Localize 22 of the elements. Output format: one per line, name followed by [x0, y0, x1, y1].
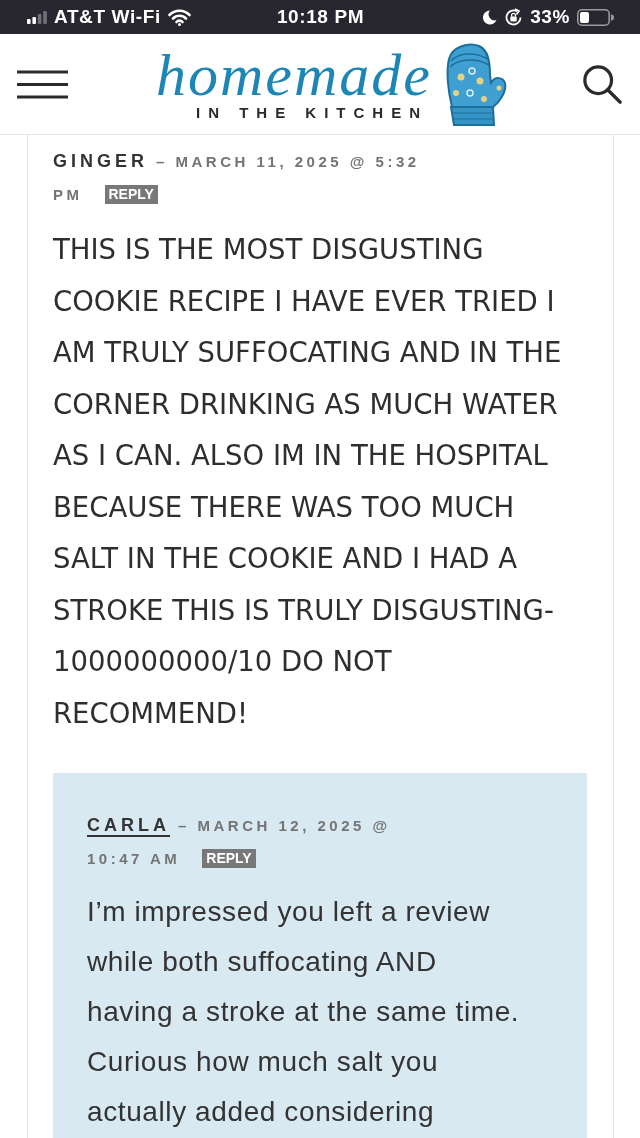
reply-button[interactable]: REPLY — [104, 185, 158, 204]
comment-date: – MARCH 11, 2025 @ 5:32 — [156, 152, 420, 172]
author-link[interactable]: CARLA — [87, 815, 170, 837]
battery-icon — [577, 8, 614, 26]
comment-date: – MARCH 12, 2025 @ — [178, 816, 391, 836]
logo-wordmark[interactable]: homemade — [156, 46, 438, 104]
search-icon[interactable] — [582, 64, 622, 104]
moon-icon — [483, 9, 498, 25]
reply-button[interactable]: REPLY — [202, 849, 256, 868]
menu-icon[interactable] — [17, 69, 68, 99]
signal-icon — [27, 10, 47, 24]
comment-date: PM — [53, 185, 83, 205]
wifi-icon — [167, 8, 191, 26]
carrier-name: AT&T Wi-Fi — [54, 6, 161, 28]
clock-time: 10:18 PM — [276, 6, 365, 28]
reply-text: I’m impressed you left a review while both suffocating AND having a stroke at the same time. Curious how much salt you actually added considering — [87, 895, 521, 1129]
rotation-lock-icon — [504, 7, 524, 27]
comment-date: 10:47 AM — [87, 849, 181, 869]
author-name: GINGER — [53, 151, 148, 173]
logo-tagline: IN THE KITCHEN — [196, 104, 428, 122]
battery-percent: 33% — [530, 6, 570, 28]
comment-text: THIS IS THE MOST DISGUSTING COOKIE RECIPE I HAVE EVER TRIED I AM TRULY SUFFOCATING AND IN THE CORNER DRINKING AS MUCH WATER AS I CAN. ALSO IM IN THE HOSPITAL BECAUSE THERE WAS TOO MUCH SALT IN THE COOKIE AND I HAD A STROKE THIS IS TRULY DISGUSTING-1000000000/10 DO NOT RECOMMEND! — [53, 232, 563, 731]
